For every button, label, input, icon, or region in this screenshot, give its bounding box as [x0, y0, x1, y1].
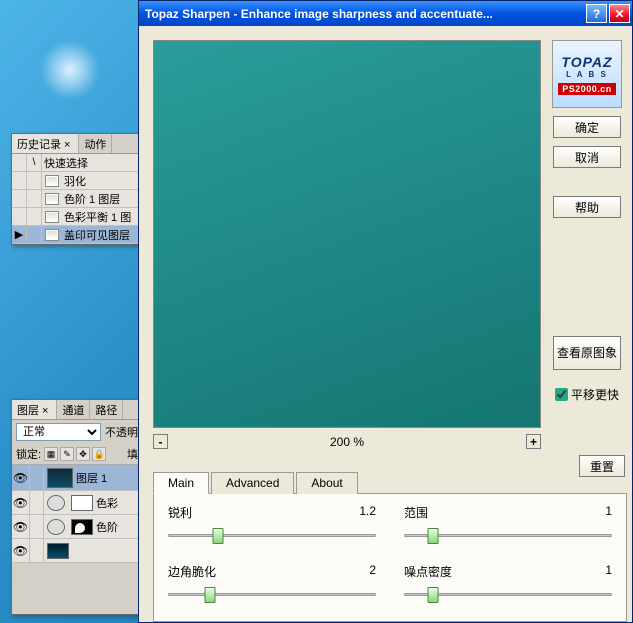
- preview-image[interactable]: [153, 40, 541, 428]
- layers-panel: 图层× 通道 路径 正常 不透明 锁定: ▦ ✎ ✥ 🔒 填 👁 图层 1 👁 …: [11, 399, 143, 615]
- topaz-logo: TOPAZ L A B S PS2000.cn: [552, 40, 622, 108]
- visibility-icon[interactable]: 👁: [12, 491, 30, 514]
- doc-icon: [45, 175, 59, 187]
- pan-faster-input[interactable]: [555, 388, 568, 401]
- close-icon[interactable]: ×: [39, 405, 51, 417]
- lock-transparent-icon[interactable]: ▦: [44, 447, 58, 461]
- zoom-in-button[interactable]: +: [526, 434, 541, 449]
- visibility-icon[interactable]: 👁: [12, 465, 30, 490]
- slider-value: 1: [605, 504, 612, 521]
- slider-value: 2: [369, 563, 376, 580]
- help-button[interactable]: 帮助: [553, 196, 621, 218]
- lock-all-icon[interactable]: 🔒: [92, 447, 106, 461]
- slider-track[interactable]: [404, 527, 612, 543]
- view-original-button[interactable]: 查看原图象: [553, 336, 621, 370]
- history-row[interactable]: 羽化: [12, 172, 142, 190]
- history-label: 盖印可见图层: [62, 227, 130, 243]
- lock-label: 锁定:: [16, 446, 41, 462]
- titlebar[interactable]: Topaz Sharpen - Enhance image sharpness …: [139, 1, 632, 26]
- adjustment-icon: [47, 495, 65, 511]
- lock-icons: ▦ ✎ ✥ 🔒: [44, 447, 106, 461]
- ok-button[interactable]: 确定: [553, 116, 621, 138]
- layers-tabbar: 图层× 通道 路径: [12, 400, 142, 420]
- slider-value: 1: [605, 563, 612, 580]
- marker-icon: ▶: [15, 228, 23, 241]
- history-row[interactable]: 色彩平衡 1 图: [12, 208, 142, 226]
- slider-thumb[interactable]: [212, 528, 223, 544]
- visibility-icon[interactable]: 👁: [12, 515, 30, 538]
- lock-pixels-icon[interactable]: ✎: [60, 447, 74, 461]
- blend-mode-select[interactable]: 正常: [16, 423, 101, 441]
- close-button[interactable]: ✕: [609, 4, 630, 23]
- window-title: Topaz Sharpen - Enhance image sharpness …: [145, 7, 584, 21]
- zoom-out-button[interactable]: -: [153, 434, 168, 449]
- history-tabbar: 历史记录× 动作: [12, 134, 142, 154]
- visibility-icon[interactable]: 👁: [12, 539, 30, 562]
- mask-thumb: [71, 495, 93, 511]
- tab-layers[interactable]: 图层×: [12, 400, 57, 419]
- help-button[interactable]: ?: [586, 4, 607, 23]
- slider-range: 范围1: [404, 504, 612, 545]
- tab-about[interactable]: About: [296, 472, 357, 494]
- tab-channels[interactable]: 通道: [57, 400, 90, 419]
- lock-position-icon[interactable]: ✥: [76, 447, 90, 461]
- history-panel: 历史记录× 动作 \ 快速选择 羽化 色阶 1 图层 色彩平衡 1 图 ▶ 盖印…: [11, 133, 143, 245]
- tab-history[interactable]: 历史记录×: [12, 134, 79, 153]
- slider-value: 1.2: [359, 504, 376, 521]
- pan-faster-checkbox[interactable]: 平移更快: [555, 386, 619, 403]
- param-tabs: Main Advanced About: [153, 471, 627, 494]
- close-icon[interactable]: ×: [61, 139, 73, 151]
- history-label: 色阶 1 图层: [62, 191, 120, 207]
- cancel-button[interactable]: 取消: [553, 146, 621, 168]
- layer-name: 图层 1: [76, 470, 107, 486]
- history-label: 羽化: [62, 173, 86, 189]
- opacity-label: 不透明: [105, 424, 138, 440]
- fill-label: 填: [127, 446, 138, 462]
- layer-row[interactable]: 👁 色阶: [12, 515, 142, 539]
- history-row[interactable]: \ 快速选择: [12, 154, 142, 172]
- adjustment-icon: [47, 519, 65, 535]
- tab-advanced[interactable]: Advanced: [211, 472, 294, 494]
- slider-sharp: 锐利1.2: [168, 504, 376, 545]
- slider-thumb[interactable]: [428, 528, 439, 544]
- layer-thumb: [47, 468, 73, 488]
- mask-thumb: [71, 519, 93, 535]
- slider-thumb[interactable]: [204, 587, 215, 603]
- tab-actions[interactable]: 动作: [79, 134, 112, 153]
- layer-row[interactable]: 👁: [12, 539, 142, 563]
- topaz-sharpen-dialog: Topaz Sharpen - Enhance image sharpness …: [138, 0, 633, 623]
- history-label: 色彩平衡 1 图: [62, 209, 131, 225]
- slider-corner: 边角脆化2: [168, 563, 376, 604]
- zoom-level: 200 %: [168, 435, 526, 449]
- slider-track[interactable]: [168, 586, 376, 602]
- layer-row[interactable]: 👁 图层 1: [12, 465, 142, 491]
- slider-noise: 噪点密度1: [404, 563, 612, 604]
- slider-track[interactable]: [404, 586, 612, 602]
- brush-icon: \: [33, 157, 36, 168]
- layer-name: 色彩: [96, 495, 118, 511]
- layer-list: 👁 图层 1 👁 色彩 👁 色阶 👁: [12, 465, 142, 563]
- slider-thumb[interactable]: [428, 587, 439, 603]
- history-row[interactable]: ▶ 盖印可见图层: [12, 226, 142, 244]
- doc-icon: [45, 229, 59, 241]
- tab-paths[interactable]: 路径: [90, 400, 123, 419]
- history-list: \ 快速选择 羽化 色阶 1 图层 色彩平衡 1 图 ▶ 盖印可见图层: [12, 154, 142, 244]
- layer-name: 色阶: [96, 519, 118, 535]
- layer-row[interactable]: 👁 色彩: [12, 491, 142, 515]
- history-label: 快速选择: [42, 155, 88, 171]
- doc-icon: [45, 193, 59, 205]
- doc-icon: [45, 211, 59, 223]
- slider-track[interactable]: [168, 527, 376, 543]
- layer-thumb: [47, 543, 69, 559]
- history-row[interactable]: 色阶 1 图层: [12, 190, 142, 208]
- tab-main[interactable]: Main: [153, 472, 209, 494]
